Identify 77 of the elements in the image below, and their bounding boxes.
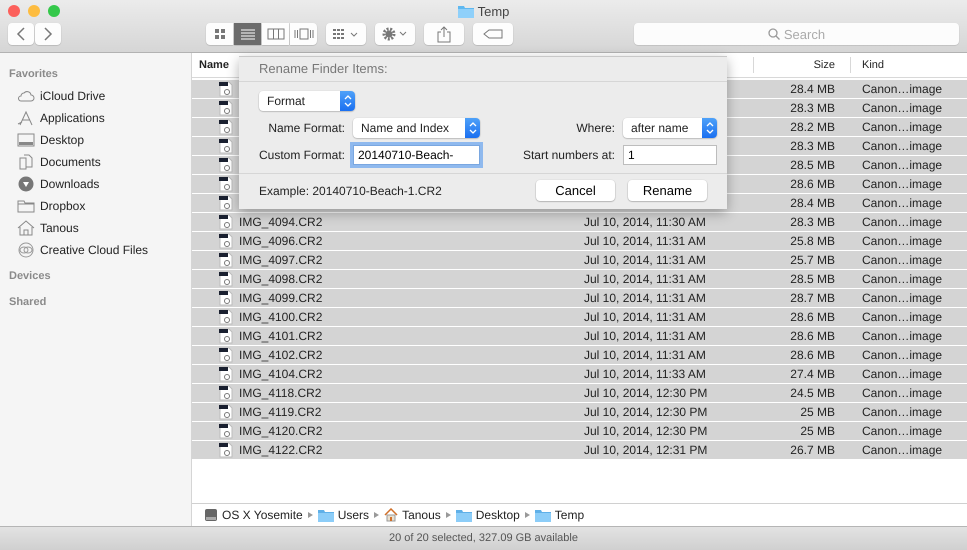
file-kind: Canon…image [862, 348, 942, 362]
date-modified: Jul 10, 2014, 11:31 AM [584, 329, 706, 343]
date-modified: Jul 10, 2014, 11:33 AM [584, 367, 706, 381]
file-name: IMG_4100.CR2 [239, 310, 322, 324]
file-kind: Canon…image [862, 405, 942, 419]
file-kind: Canon…image [862, 291, 942, 305]
file-kind: Canon…image [862, 120, 942, 134]
status-bar: 20 of 20 selected, 327.09 GB available [0, 526, 967, 550]
date-modified: Jul 10, 2014, 11:31 AM [584, 253, 706, 267]
file-kind: Canon…image [862, 101, 942, 115]
file-kind: Canon…image [862, 329, 942, 343]
file-size: 25.8 MB [790, 234, 835, 248]
window-title: Temp [478, 4, 510, 18]
file-name: IMG_4101.CR2 [239, 329, 322, 343]
file-kind: Canon…image [862, 234, 942, 248]
field-label: Where: [576, 121, 615, 135]
date-modified: Jul 10, 2014, 11:31 AM [584, 234, 706, 248]
file-size: 28.5 MB [790, 158, 835, 172]
file-kind: Canon…image [862, 253, 942, 267]
file-size: 28.4 MB [790, 82, 835, 96]
file-size: 28.3 MB [790, 139, 835, 153]
file-kind: Canon…image [862, 310, 942, 324]
file-size: 28.6 MB [790, 177, 835, 191]
file-size: 28.2 MB [790, 120, 835, 134]
file-name: IMG_4118.CR2 [239, 386, 322, 400]
date-modified: Jul 10, 2014, 11:30 AM [584, 215, 706, 229]
file-name: IMG_4096.CR2 [239, 234, 322, 248]
file-kind: Canon…image [862, 443, 942, 457]
date-modified: Jul 10, 2014, 12:31 PM [584, 443, 708, 457]
file-size: 25 MB [800, 424, 835, 438]
file-name: IMG_4104.CR2 [239, 367, 322, 381]
file-kind: Canon…image [862, 82, 942, 96]
file-size: 25 MB [800, 405, 835, 419]
field-label: Start numbers at: [522, 148, 615, 162]
file-name: IMG_4119.CR2 [239, 405, 322, 419]
file-name: IMG_4094.CR2 [239, 215, 322, 229]
file-size: 28.6 MB [790, 348, 835, 362]
file-kind: Canon…image [862, 367, 942, 381]
file-size: 25.7 MB [790, 253, 835, 267]
sidebar-heading: Favorites [8, 67, 59, 82]
date-modified: Jul 10, 2014, 12:30 PM [584, 386, 708, 400]
file-size: 28.3 MB [790, 101, 835, 115]
file-kind: Canon…image [862, 424, 942, 438]
example-text: Example: 20140710-Beach-1.CR2 [259, 184, 442, 198]
file-name: IMG_4122.CR2 [239, 443, 322, 457]
sidebar-heading: Shared [8, 295, 48, 310]
file-size: 28.6 MB [790, 310, 835, 324]
file-kind: Canon…image [862, 272, 942, 286]
file-size: 26.7 MB [790, 443, 835, 457]
file-size: 28.6 MB [790, 329, 835, 343]
file-size: 27.4 MB [790, 367, 835, 381]
file-size: 28.3 MB [790, 215, 835, 229]
file-kind: Canon…image [862, 177, 942, 191]
field-label: Name Format: [268, 121, 345, 135]
sidebar-heading: Devices [8, 269, 52, 284]
date-modified: Jul 10, 2014, 12:30 PM [584, 424, 708, 438]
sheet-title: Rename Finder Items: [239, 57, 727, 82]
field-label: Custom Format: [258, 148, 345, 162]
date-modified: Jul 10, 2014, 11:31 AM [584, 310, 706, 324]
file-name: IMG_4120.CR2 [239, 424, 322, 438]
file-kind: Canon…image [862, 386, 942, 400]
file-kind: Canon…image [862, 215, 942, 229]
file-size: 28.4 MB [790, 196, 835, 210]
date-modified: Jul 10, 2014, 11:31 AM [584, 272, 706, 286]
date-modified: Jul 10, 2014, 11:31 AM [584, 291, 706, 305]
file-name: IMG_4102.CR2 [239, 348, 322, 362]
file-kind: Canon…image [862, 158, 942, 172]
date-modified: Jul 10, 2014, 11:31 AM [584, 348, 706, 362]
file-kind: Canon…image [862, 196, 942, 210]
file-size: 24.5 MB [790, 386, 835, 400]
file-name: IMG_4099.CR2 [239, 291, 322, 305]
file-name: IMG_4098.CR2 [239, 272, 322, 286]
date-modified: Jul 10, 2014, 12:30 PM [584, 405, 708, 419]
file-size: 28.7 MB [790, 291, 835, 305]
file-size: 28.5 MB [790, 272, 835, 286]
file-kind: Canon…image [862, 139, 942, 153]
file-name: IMG_4097.CR2 [239, 253, 322, 267]
